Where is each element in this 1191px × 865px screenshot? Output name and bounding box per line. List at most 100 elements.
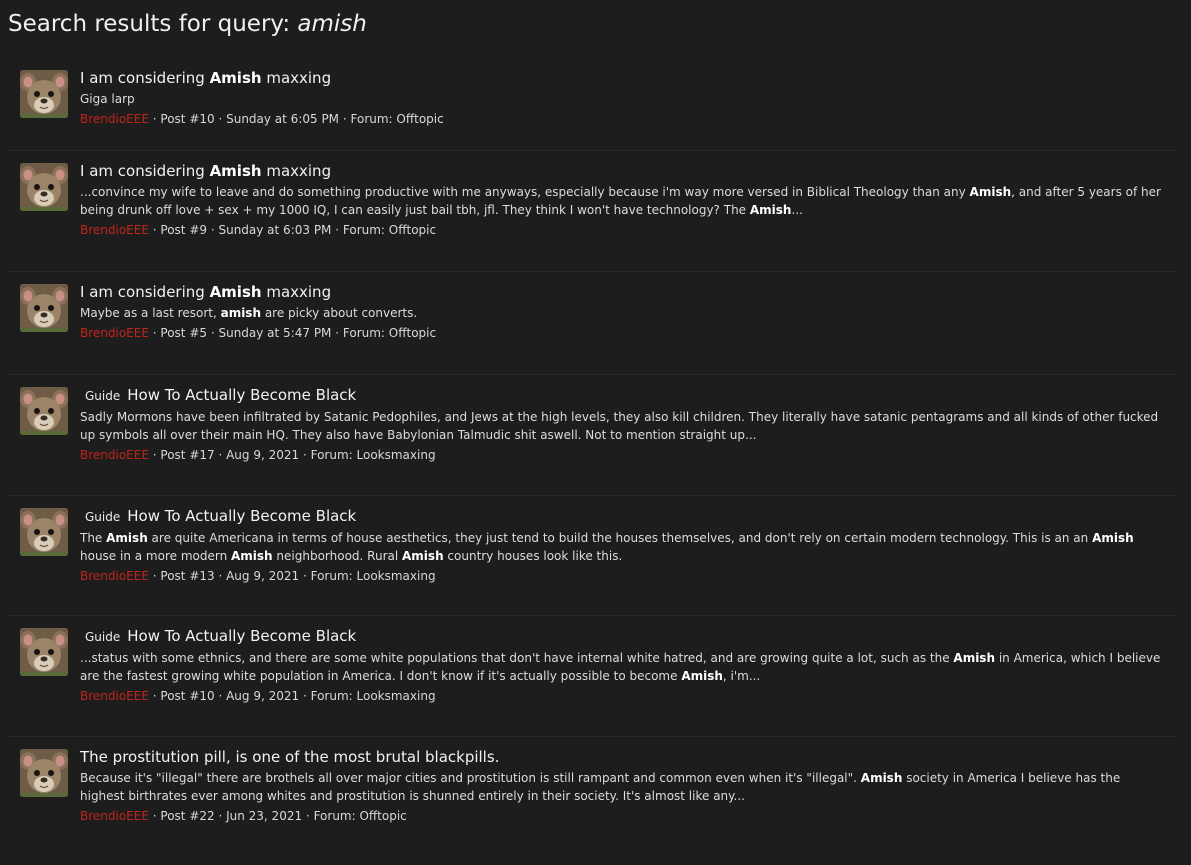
rat-avatar-icon (20, 628, 68, 676)
text-run[interactable]: I am considering (80, 69, 210, 87)
result-meta: BrendioEEE · Post #5 · Sunday at 5:47 PM… (80, 324, 1176, 342)
result-title-link[interactable]: How To Actually Become Black (127, 386, 356, 404)
result-title[interactable]: I am considering Amish maxxing (80, 68, 1176, 89)
result-title-link[interactable]: I am considering Amish maxxing (80, 69, 331, 87)
avatar[interactable] (20, 163, 68, 211)
avatar[interactable] (20, 284, 68, 332)
meta-separator: · (214, 809, 227, 823)
thread-prefix-label: Guide (85, 630, 121, 644)
highlight-term[interactable]: Amish (210, 162, 262, 180)
result-title[interactable]: Guide How To Actually Become Black (80, 626, 1176, 648)
text-run[interactable]: The prostitution pill, is one of the mos… (80, 748, 499, 766)
post-number-link[interactable]: Post #13 (160, 569, 214, 583)
text-run[interactable]: maxxing (262, 69, 331, 87)
post-date[interactable]: Aug 9, 2021 (226, 689, 299, 703)
result-title-link[interactable]: I am considering Amish maxxing (80, 283, 331, 301)
result-meta: BrendioEEE · Post #9 · Sunday at 6:03 PM… (80, 221, 1176, 239)
result-title[interactable]: Guide How To Actually Become Black (80, 385, 1176, 407)
highlight-term: amish (220, 306, 261, 320)
highlight-term: Amish (402, 549, 444, 563)
text-run[interactable]: I am considering (80, 283, 210, 301)
post-date[interactable]: Sunday at 6:05 PM (226, 112, 339, 126)
avatar[interactable] (20, 387, 68, 435)
author-link[interactable]: BrendioEEE (80, 223, 149, 237)
meta-separator: · (299, 569, 311, 583)
author-link[interactable]: BrendioEEE (80, 448, 149, 462)
post-date[interactable]: Sunday at 6:03 PM (218, 223, 331, 237)
forum-link[interactable]: Forum: Offtopic (343, 223, 436, 237)
avatar[interactable] (20, 70, 68, 118)
rat-avatar-icon (20, 508, 68, 556)
result-snippet: Giga larp (80, 90, 1176, 108)
highlight-term: Amish (969, 185, 1012, 199)
post-date[interactable]: Sunday at 5:47 PM (218, 326, 331, 340)
author-link[interactable]: BrendioEEE (80, 112, 149, 126)
text-run[interactable]: maxxing (262, 283, 331, 301)
rat-avatar-icon (20, 387, 68, 435)
text-run[interactable]: How To Actually Become Black (127, 386, 356, 404)
meta-separator: · (302, 809, 314, 823)
text-run: ... (791, 203, 803, 217)
post-number-link[interactable]: Post #5 (160, 326, 207, 340)
forum-link[interactable]: Forum: Offtopic (314, 809, 407, 823)
highlight-term: Amish (1092, 531, 1134, 545)
text-run: Sadly Mormons have been infiltrated by S… (80, 410, 1159, 442)
avatar[interactable] (20, 628, 68, 676)
result-title-link[interactable]: How To Actually Become Black (127, 627, 356, 645)
post-date[interactable]: Aug 9, 2021 (226, 569, 299, 583)
page-title: Search results for query: amish (8, 9, 367, 39)
post-number-link[interactable]: Post #17 (160, 448, 214, 462)
highlight-term: Amish (106, 531, 148, 545)
text-run[interactable]: I am considering (80, 162, 210, 180)
author-link[interactable]: BrendioEEE (80, 326, 149, 340)
thread-prefix-label: Guide (85, 510, 121, 524)
rat-avatar-icon (20, 749, 68, 797)
post-number-link[interactable]: Post #10 (160, 112, 214, 126)
result-title-link[interactable]: How To Actually Become Black (127, 507, 356, 525)
highlight-term[interactable]: Amish (210, 283, 262, 301)
meta-separator: · (299, 689, 311, 703)
text-run[interactable]: How To Actually Become Black (127, 627, 356, 645)
result-title-link[interactable]: The prostitution pill, is one of the mos… (80, 748, 499, 766)
result-title[interactable]: I am considering Amish maxxing (80, 282, 1176, 303)
search-result-item: I am considering Amish maxxing Maybe as a… (8, 272, 1176, 375)
forum-link[interactable]: Forum: Looksmaxing (311, 448, 436, 462)
highlight-term: Amish (953, 651, 995, 665)
author-link[interactable]: BrendioEEE (80, 569, 149, 583)
meta-separator: · (148, 809, 161, 823)
meta-separator: · (339, 112, 351, 126)
post-number-link[interactable]: Post #10 (160, 689, 214, 703)
post-date[interactable]: Jun 23, 2021 (226, 809, 302, 823)
author-link[interactable]: BrendioEEE (80, 689, 149, 703)
text-run: ...convince my wife to leave and do some… (80, 185, 970, 199)
post-date[interactable]: Aug 9, 2021 (226, 448, 299, 462)
search-result-item: I am considering Amish maxxing Giga larp B… (8, 58, 1176, 151)
forum-link[interactable]: Forum: Offtopic (343, 326, 436, 340)
result-title-link[interactable]: I am considering Amish maxxing (80, 162, 331, 180)
avatar[interactable] (20, 508, 68, 556)
result-snippet: ...status with some ethnics, and there a… (80, 649, 1176, 685)
text-run[interactable]: How To Actually Become Black (127, 507, 356, 525)
meta-separator: · (214, 569, 227, 583)
rat-avatar-icon (20, 70, 68, 118)
thread-prefix-label: Guide (85, 389, 121, 403)
result-meta: BrendioEEE · Post #22 · Jun 23, 2021 · F… (80, 807, 1176, 825)
highlight-term[interactable]: Amish (210, 69, 262, 87)
result-meta: BrendioEEE · Post #17 · Aug 9, 2021 · Fo… (80, 446, 1176, 464)
forum-link[interactable]: Forum: Offtopic (351, 112, 444, 126)
text-run: , i'm... (722, 669, 761, 683)
text-run[interactable]: maxxing (262, 162, 331, 180)
forum-link[interactable]: Forum: Looksmaxing (311, 689, 436, 703)
result-title[interactable]: The prostitution pill, is one of the mos… (80, 747, 1176, 768)
forum-link[interactable]: Forum: Looksmaxing (311, 569, 436, 583)
text-run: Giga larp (80, 92, 135, 106)
result-title[interactable]: Guide How To Actually Become Black (80, 506, 1176, 528)
result-snippet: The Amish are quite Americana in terms o… (80, 529, 1176, 565)
post-number-link[interactable]: Post #22 (160, 809, 214, 823)
avatar[interactable] (20, 749, 68, 797)
result-title[interactable]: I am considering Amish maxxing (80, 161, 1176, 182)
post-number-link[interactable]: Post #9 (160, 223, 207, 237)
meta-separator: · (148, 448, 161, 462)
author-link[interactable]: BrendioEEE (80, 809, 149, 823)
search-result-item: The prostitution pill, is one of the mos… (8, 737, 1176, 840)
